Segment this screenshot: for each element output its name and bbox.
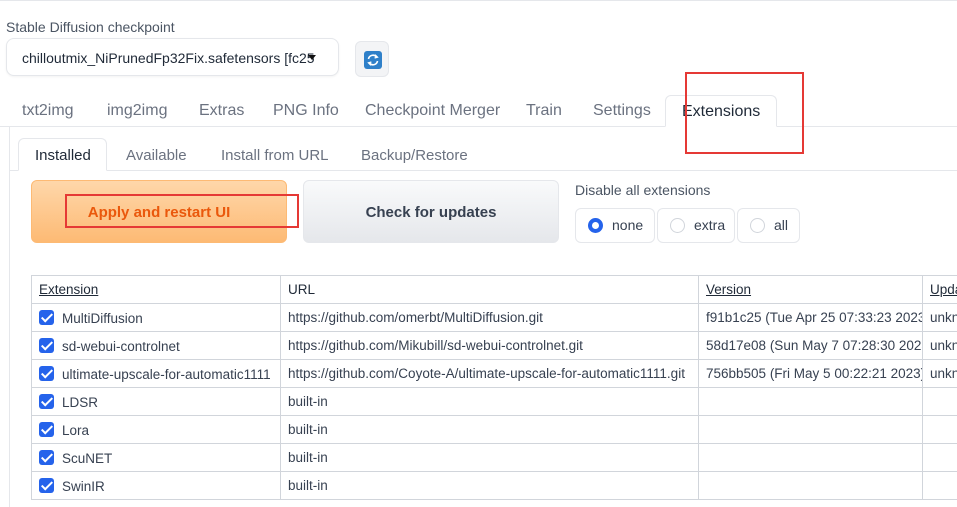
extension-url: built-in — [281, 388, 699, 416]
checkbox-icon[interactable] — [39, 366, 54, 381]
extension-version — [699, 444, 923, 472]
extension-url: https://github.com/Coyote-A/ultimate-ups… — [281, 360, 699, 388]
tab-checkpoint-merger[interactable]: Checkpoint Merger — [365, 102, 500, 120]
check-for-updates-button[interactable]: Check for updates — [303, 180, 559, 243]
extension-update — [923, 444, 957, 472]
tab-available[interactable]: Available — [126, 147, 187, 164]
radio-all[interactable]: all — [737, 208, 800, 243]
checkpoint-dropdown[interactable]: chilloutmix_NiPrunedFp32Fix.safetensors … — [6, 38, 339, 76]
tab-settings[interactable]: Settings — [593, 102, 651, 120]
extension-version: f91b1c25 (Tue Apr 25 07:33:23 2023) — [699, 304, 923, 332]
table-row: ScuNET built-in — [32, 444, 957, 472]
tab-img2img[interactable]: img2img — [107, 102, 167, 120]
header-extension[interactable]: Extension — [32, 276, 281, 304]
extension-version — [699, 388, 923, 416]
table-row: sd-webui-controlnet https://github.com/M… — [32, 332, 957, 360]
highlight-box-extensions — [685, 72, 804, 154]
tab-txt2img[interactable]: txt2img — [22, 102, 74, 120]
extension-version: 756bb505 (Fri May 5 00:22:21 2023) — [699, 360, 923, 388]
top-divider — [0, 0, 957, 1]
extension-version: 58d17e08 (Sun May 7 07:28:30 2023) — [699, 332, 923, 360]
extension-update: unkn — [923, 332, 957, 360]
extension-name: MultiDiffusion — [62, 310, 143, 325]
chevron-down-icon — [308, 55, 316, 60]
table-row: ultimate-upscale-for-automatic1111 https… — [32, 360, 957, 388]
sub-tab-bar: Installed Available Install from URL Bac… — [9, 138, 957, 171]
radio-selected-icon — [588, 218, 603, 233]
extension-url: built-in — [281, 444, 699, 472]
disable-extensions-label: Disable all extensions — [575, 182, 710, 198]
table-header-row: Extension URL Version Upda — [32, 276, 957, 304]
extension-name: sd-webui-controlnet — [62, 338, 180, 353]
tab-install-from-url[interactable]: Install from URL — [221, 147, 329, 164]
extension-name: ultimate-upscale-for-automatic1111 — [62, 366, 271, 381]
main-tab-bar: txt2img img2img Extras PNG Info Checkpoi… — [0, 95, 957, 127]
checkpoint-value: chilloutmix_NiPrunedFp32Fix.safetensors … — [22, 50, 315, 66]
radio-empty-icon — [670, 218, 685, 233]
radio-none-label: none — [612, 209, 643, 242]
extension-update — [923, 416, 957, 444]
extension-url: https://github.com/Mikubill/sd-webui-con… — [281, 332, 699, 360]
radio-extra[interactable]: extra — [657, 208, 735, 243]
checkbox-icon[interactable] — [39, 310, 54, 325]
table-row: Lora built-in — [32, 416, 957, 444]
extension-name: ScuNET — [62, 450, 112, 465]
tab-extras[interactable]: Extras — [199, 102, 244, 120]
header-update[interactable]: Upda — [923, 276, 957, 304]
radio-none[interactable]: none — [575, 208, 655, 243]
extension-update: unkn — [923, 304, 957, 332]
checkbox-icon[interactable] — [39, 394, 54, 409]
checkbox-icon[interactable] — [39, 450, 54, 465]
checkbox-icon[interactable] — [39, 338, 54, 353]
extension-name: Lora — [62, 422, 89, 437]
highlight-box-apply — [65, 194, 299, 228]
extension-url: built-in — [281, 416, 699, 444]
tab-backup-restore[interactable]: Backup/Restore — [361, 147, 468, 164]
header-url: URL — [281, 276, 699, 304]
header-version[interactable]: Version — [699, 276, 923, 304]
extension-update: unkn — [923, 360, 957, 388]
radio-all-label: all — [774, 209, 788, 242]
tab-png-info[interactable]: PNG Info — [273, 102, 339, 120]
extension-url: https://github.com/omerbt/MultiDiffusion… — [281, 304, 699, 332]
radio-empty-icon — [750, 218, 765, 233]
sub-tab-divider — [9, 170, 957, 171]
extensions-table: Extension URL Version Upda MultiDiffusio… — [31, 275, 957, 500]
table-row: LDSR built-in — [32, 388, 957, 416]
refresh-icon — [364, 51, 382, 69]
tab-train[interactable]: Train — [526, 102, 562, 120]
extension-name: LDSR — [62, 394, 98, 409]
extension-version — [699, 416, 923, 444]
refresh-checkpoint-button[interactable] — [355, 41, 389, 77]
radio-extra-label: extra — [694, 209, 725, 242]
checkpoint-label: Stable Diffusion checkpoint — [6, 19, 175, 35]
tab-installed[interactable]: Installed — [18, 138, 107, 171]
extension-update — [923, 388, 957, 416]
checkbox-icon[interactable] — [39, 422, 54, 437]
table-row: MultiDiffusion https://github.com/omerbt… — [32, 304, 957, 332]
